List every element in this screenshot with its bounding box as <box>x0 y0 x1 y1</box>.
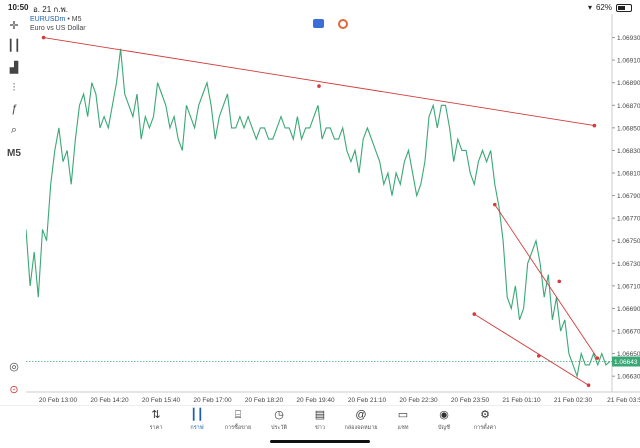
time-tick-label: 20 Feb 19:40 <box>296 397 335 404</box>
battery-percent: 62% <box>595 3 612 12</box>
price-tick-label: 1.06630 <box>617 374 640 381</box>
nav-item-0[interactable]: ⇅ ราคา <box>136 408 176 432</box>
trendline-anchor[interactable] <box>592 123 597 128</box>
time-tick-label: 20 Feb 21:10 <box>348 397 387 404</box>
crosshair-icon[interactable]: ✛ <box>4 16 24 34</box>
account-icon: ◉ <box>439 409 449 421</box>
symbol-timeframe: M5 <box>71 16 82 23</box>
price-tick-label: 1.06730 <box>617 261 640 268</box>
currency-flags <box>313 19 348 29</box>
eur-flag-icon <box>313 19 324 28</box>
symbol-description: Euro vs US Dollar <box>30 25 86 32</box>
nav-label: บัญชี <box>438 425 450 431</box>
time-tick-label: 21 Feb 03:5 <box>607 397 640 404</box>
nav-item-6[interactable]: ▭ แชท <box>383 408 423 432</box>
price-tick-label: 1.06890 <box>617 80 640 87</box>
nav-item-5[interactable]: @ กล่องจดหมาย <box>341 408 381 432</box>
nav-label: ข่าว <box>315 425 325 431</box>
trendline-anchor[interactable] <box>317 84 321 88</box>
trendline[interactable] <box>494 204 598 359</box>
time-tick-label: 21 Feb 01:10 <box>502 397 541 404</box>
news-icon: ▤ <box>314 409 326 421</box>
time-tick-label: 20 Feb 22:30 <box>399 397 438 404</box>
indicators-icon[interactable]: ⫶ <box>4 79 24 97</box>
time-tick-label: 21 Feb 02:30 <box>554 397 593 404</box>
status-time: 10:50 <box>8 3 29 12</box>
chart-svg[interactable]: 1.06930 1.06910 1.06890 1.06870 1.06850 1.068… <box>25 14 640 407</box>
time-tick-label: 20 Feb 23:50 <box>451 397 490 404</box>
price-tick-label: 1.06810 <box>617 171 640 178</box>
price-tick-label: 1.06770 <box>617 216 640 223</box>
price-tick-label: 1.06930 <box>617 35 640 42</box>
price-tick-label: 1.06790 <box>617 193 640 200</box>
symbol-name[interactable]: EURUSDm <box>30 16 65 23</box>
time-tick-label: 20 Feb 14:20 <box>90 397 129 404</box>
objects-icon[interactable]: ⌕ <box>4 121 24 139</box>
nav-label: กล่องจดหมาย <box>344 425 378 431</box>
home-indicator <box>270 440 370 443</box>
price-tick-label: 1.06690 <box>617 306 640 313</box>
nav-item-7[interactable]: ◉ บัญชี <box>424 408 464 432</box>
nav-label: ประวัติ <box>270 425 288 431</box>
trade-chart-icon: ⌸ <box>234 409 242 421</box>
nav-item-8[interactable]: ⚙ การตั้งค่า <box>465 408 505 432</box>
trendline[interactable] <box>474 313 589 386</box>
time-tick-label: 20 Feb 15:40 <box>142 397 181 404</box>
price-tick-label: 1.06910 <box>617 58 640 65</box>
symbol-separator: • <box>67 16 70 23</box>
trendline-anchor[interactable] <box>493 202 497 207</box>
bar-chart-icon[interactable]: ▟ <box>4 58 24 76</box>
trendline-anchor[interactable] <box>41 35 46 40</box>
price-tick-label: 1.06750 <box>617 238 640 245</box>
price-chart[interactable]: 1.06930 1.06910 1.06890 1.06870 1.06850 1.068… <box>25 14 640 407</box>
trendline-anchor[interactable] <box>595 356 600 360</box>
price-tick-label: 1.06850 <box>617 125 640 132</box>
function-icon[interactable]: ƒ <box>4 100 24 118</box>
price-line <box>25 48 611 379</box>
left-toolbar: ✛ ┃┃ ▟ ⫶ ƒ ⌕ M5 ◎ ⊙ <box>0 14 28 404</box>
nav-label: ราคา <box>149 425 163 431</box>
nav-item-3[interactable]: ◷ ประวัติ <box>259 408 299 432</box>
symbol-header: EURUSDm • M5 Euro vs US Dollar <box>30 15 86 33</box>
trendline-anchor[interactable] <box>557 279 562 284</box>
nav-label: การซื้อขาย <box>224 425 252 431</box>
nav-label: แชท <box>397 425 409 431</box>
price-tick-label: 1.06710 <box>617 283 640 290</box>
time-tick-label: 20 Feb 13:00 <box>39 397 78 404</box>
history-icon[interactable]: ◎ <box>4 357 24 375</box>
price-tick-label: 1.06830 <box>617 148 640 155</box>
price-tick-label: 1.06670 <box>617 329 640 336</box>
nav-label: กราฟ <box>190 425 204 431</box>
settings-gear-icon: ⚙ <box>480 409 490 421</box>
candlestick-icon[interactable]: ┃┃ <box>4 36 24 54</box>
timeframe-button[interactable]: M5 <box>4 144 24 162</box>
time-tick-label: 20 Feb 17:00 <box>193 397 232 404</box>
usd-flag-icon <box>338 19 348 29</box>
wifi-icon: ▾ <box>587 3 592 12</box>
nav-label: การตั้งค่า <box>473 425 497 431</box>
time-tick-label: 20 Feb 18:20 <box>245 397 284 404</box>
price-tick-label: 1.06870 <box>617 103 640 110</box>
history-clock-icon: ◷ <box>274 409 284 421</box>
nav-item-4[interactable]: ▤ ข่าว <box>300 408 340 432</box>
trendline-anchor[interactable] <box>472 312 477 316</box>
mailbox-at-icon: @ <box>355 409 367 421</box>
current-price-label: 1.06643 <box>614 359 638 366</box>
nav-item-2[interactable]: ⌸ การซื้อขาย <box>218 408 258 432</box>
status-bar: 10:50 อ. 21 ก.พ. ▾ 62% <box>0 0 640 14</box>
trendline-anchor[interactable] <box>536 354 541 358</box>
battery-icon <box>616 3 632 12</box>
chat-bubble-icon: ▭ <box>397 409 409 421</box>
candles-icon: ┃┃ <box>190 409 204 421</box>
nav-item-1[interactable]: ┃┃ กราฟ <box>177 408 217 432</box>
sort-arrows-icon: ⇅ <box>151 409 161 421</box>
trendline-anchor[interactable] <box>586 383 591 388</box>
quick-trade-icon[interactable]: ⊙ <box>4 380 24 398</box>
